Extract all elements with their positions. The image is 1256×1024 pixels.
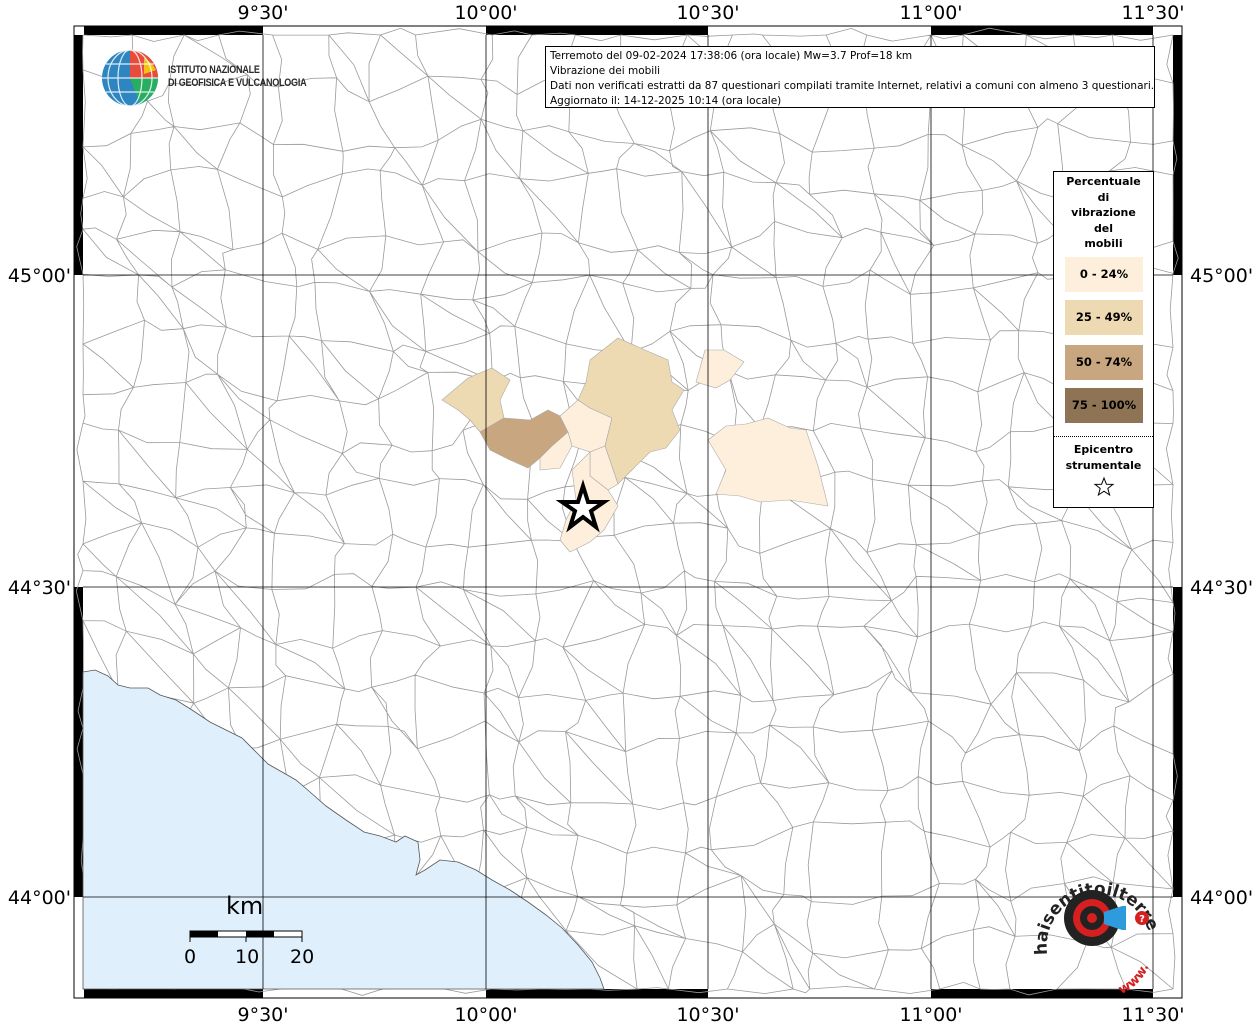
longitude-label: 10°30' <box>676 2 739 24</box>
event-info-line: Terremoto del 09-02-2024 17:38:06 (ora l… <box>550 50 913 62</box>
legend-swatch-3: 75 - 100% <box>1065 388 1143 423</box>
latitude-labels-left: 45°00' 44°30' 44°00' <box>8 265 71 909</box>
ingv-globe-icon <box>102 49 158 107</box>
latitude-label: 44°00' <box>8 887 71 909</box>
scale-label-0: 0 <box>184 946 197 968</box>
event-info-box: Terremoto del 09-02-2024 17:38:06 (ora l… <box>545 46 1155 108</box>
svg-text:www.: www. <box>1116 961 1152 997</box>
scale-label-20: 20 <box>290 946 315 968</box>
longitude-label: 10°00' <box>454 2 517 24</box>
legend-swatch-1: 25 - 49% <box>1065 300 1143 335</box>
legend-swatch-0: 0 - 24% <box>1065 257 1143 292</box>
latitude-label: 44°00' <box>1190 887 1253 909</box>
legend-title-line: mobili <box>1084 237 1123 250</box>
ingv-logo: ISTITUTO NAZIONALE DI GEOFISICA E VULCAN… <box>100 48 310 108</box>
longitude-label: 10°00' <box>454 1004 517 1024</box>
legend-title-line: di <box>1097 190 1110 204</box>
scale-label-10: 10 <box>235 946 260 968</box>
event-parameter-line: Vibrazione dei mobili <box>550 65 661 77</box>
longitude-label: 10°30' <box>676 1004 739 1024</box>
ingv-name-line1: ISTITUTO NAZIONALE <box>168 64 260 76</box>
longitude-labels-top: 9°30' 10°00' 10°30' 11°00' 11°30' <box>238 2 1185 24</box>
frame-ticks-top <box>84 26 1153 35</box>
legend-title: Percentuale di vibrazione del mobili <box>1054 172 1153 252</box>
longitude-label: 11°30' <box>1121 1004 1184 1024</box>
legend-title-line: del <box>1093 221 1114 235</box>
latitude-labels-right: 45°00' 44°30' 44°00' <box>1190 265 1253 909</box>
star-icon <box>1094 477 1114 497</box>
legend-epicenter-label: Epicentro strumentale <box>1054 442 1153 474</box>
legend-epicenter-line: strumentale <box>1065 459 1142 472</box>
longitude-label: 9°30' <box>238 2 289 24</box>
legend-title-line: Percentuale <box>1066 175 1141 188</box>
longitude-label: 9°30' <box>238 1004 289 1024</box>
longitude-label: 11°00' <box>899 1004 962 1024</box>
svg-text:?: ? <box>1139 914 1145 925</box>
longitude-label: 11°00' <box>899 2 962 24</box>
longitude-label: 11°30' <box>1121 2 1184 24</box>
scale-unit: km <box>226 892 264 920</box>
ingv-name-line2: DI GEOFISICA E VULCANOLOGIA <box>168 77 307 89</box>
event-updated: Aggiornato il: 14-12-2025 10:14 (ora loc… <box>550 95 782 107</box>
latitude-label: 44°30' <box>8 577 71 599</box>
legend-title-line: vibrazione <box>1071 206 1136 219</box>
legend-epicenter-line: Epicentro <box>1073 443 1134 456</box>
latitude-label: 44°30' <box>1190 577 1253 599</box>
frame-ticks-bottom <box>84 989 1153 998</box>
longitude-labels-bottom: 9°30' 10°00' 10°30' 11°00' 11°30' <box>238 1004 1185 1024</box>
latitude-label: 45°00' <box>8 265 71 287</box>
legend: Percentuale di vibrazione del mobili 0 -… <box>1053 171 1154 508</box>
legend-separator <box>1054 436 1153 437</box>
event-data-note: Dati non verificati estratti da 87 quest… <box>550 80 1155 92</box>
legend-swatch-2: 50 - 74% <box>1065 345 1143 380</box>
hsi-url-text: www. <box>1116 961 1152 997</box>
haisentito-logo: haisentitoilterremoto.it www. ? <box>1030 868 1163 998</box>
latitude-label: 45°00' <box>1190 265 1253 287</box>
